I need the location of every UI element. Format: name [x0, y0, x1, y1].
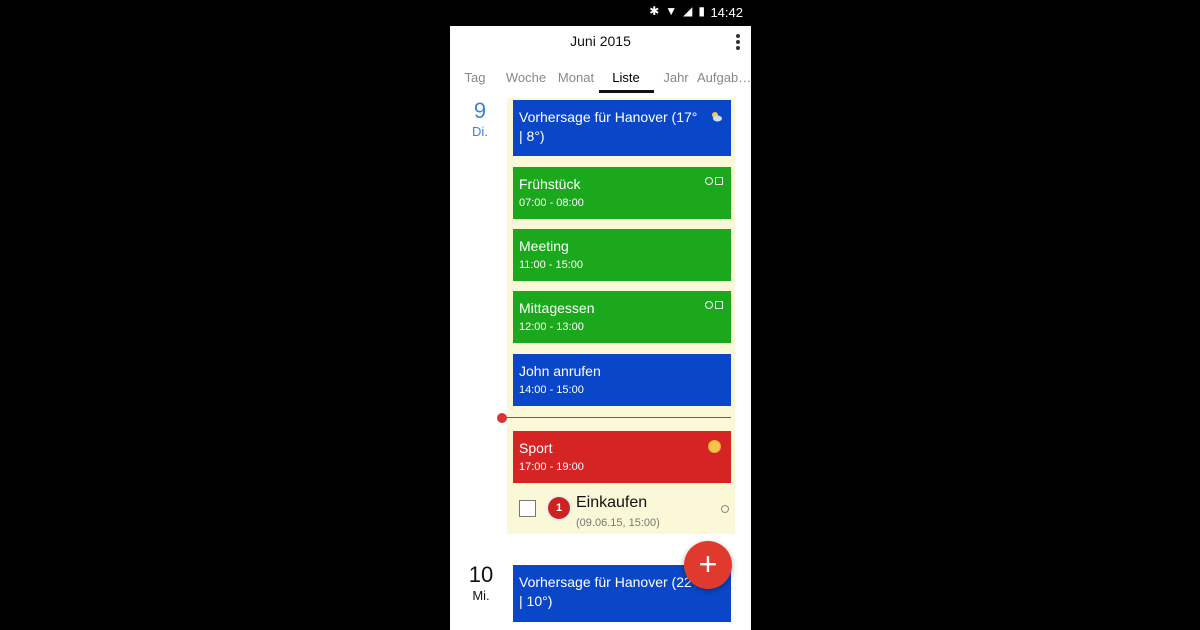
app-bar: Juni 2015 Tag Woche Monat Liste Jahr Auf… — [450, 26, 751, 96]
task-title: Einkaufen — [576, 494, 648, 511]
event-time: 14:00 - 15:00 — [519, 384, 584, 396]
event-title: John anrufen — [519, 363, 601, 379]
active-tab-indicator — [599, 90, 654, 93]
event-card[interactable]: Frühstück 07:00 - 08:00 — [513, 167, 731, 219]
current-time-line — [501, 417, 731, 418]
day-header: 10 Mi. — [464, 562, 498, 603]
day-number: 9 — [473, 98, 487, 123]
coin-icon — [708, 440, 721, 453]
bluetooth-icon: ✱ — [649, 4, 660, 18]
status-time: 14:42 — [710, 5, 743, 20]
day-weekday: Mi. — [472, 588, 490, 603]
reminder-icon — [705, 301, 713, 309]
agenda-list[interactable]: 9 Di. Vorhersage für Hanover (17° | 8°) … — [450, 96, 751, 630]
task-checkbox[interactable] — [519, 500, 536, 517]
event-title: Vorhersage für Hanover (17° | 8°) — [519, 109, 698, 144]
repeat-icon — [715, 177, 723, 185]
event-card[interactable]: Meeting 11:00 - 15:00 — [513, 229, 731, 281]
tab-tag[interactable]: Tag — [458, 70, 492, 85]
event-title: Vorhersage für Hanover (22° | 10°) — [519, 574, 698, 609]
task-due: (09.06.15, 15:00) — [576, 517, 660, 529]
current-time-dot — [497, 413, 507, 423]
repeat-icon — [715, 301, 723, 309]
event-card[interactable]: John anrufen 14:00 - 15:00 — [513, 354, 731, 406]
tab-liste[interactable]: Liste — [601, 70, 651, 85]
day-header-today: 9 Di. — [466, 98, 494, 139]
event-time: 17:00 - 19:00 — [519, 461, 584, 473]
tab-jahr[interactable]: Jahr — [656, 70, 696, 85]
event-time: 12:00 - 13:00 — [519, 321, 584, 333]
more-vert-icon[interactable] — [733, 32, 743, 54]
status-bar: ✱ ▼ ◢ ▮ 14:42 — [450, 0, 751, 26]
priority-badge: 1 — [548, 497, 570, 519]
reminder-icon — [705, 177, 713, 185]
battery-icon: ▮ — [698, 4, 705, 18]
add-event-button[interactable]: + — [684, 541, 732, 589]
event-card[interactable]: Vorhersage für Hanover (17° | 8°) — [513, 100, 731, 156]
wifi-icon: ▼ — [665, 4, 678, 18]
task-item[interactable]: 1 Einkaufen (09.06.15, 15:00) — [513, 486, 733, 532]
tab-monat[interactable]: Monat — [553, 70, 599, 85]
event-card[interactable]: Mittagessen 12:00 - 13:00 — [513, 291, 731, 343]
signal-icon: ◢ — [683, 4, 693, 18]
event-card[interactable]: Sport 17:00 - 19:00 — [513, 431, 731, 483]
event-time: 07:00 - 08:00 — [519, 197, 584, 209]
page-title: Juni 2015 — [570, 33, 631, 49]
phone-screen: ✱ ▼ ◢ ▮ 14:42 Juni 2015 Tag Woche Monat … — [450, 0, 751, 630]
weather-icon — [712, 112, 722, 122]
tab-woche[interactable]: Woche — [501, 70, 551, 85]
event-title: Mittagessen — [519, 300, 595, 316]
tab-aufgaben[interactable]: Aufgab… — [697, 70, 751, 85]
day-weekday: Di. — [472, 124, 488, 139]
event-title: Meeting — [519, 238, 569, 254]
event-title: Sport — [519, 440, 553, 456]
event-time: 11:00 - 15:00 — [519, 259, 584, 271]
day-number: 10 — [468, 562, 494, 587]
event-title: Frühstück — [519, 176, 581, 192]
clock-icon — [721, 505, 729, 513]
